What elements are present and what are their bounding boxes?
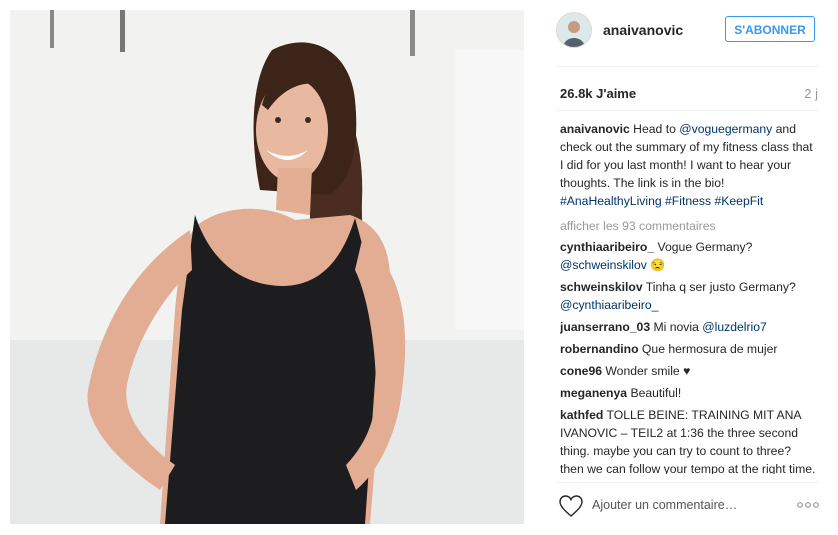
comment-text: Vogue Germany? [654, 240, 753, 254]
comment-text: Tinha q ser justo Germany? [642, 280, 796, 294]
comment-item: cone96 Wonder smile ♥ [560, 362, 818, 380]
comment-text: Wonder smile ♥ [602, 364, 691, 378]
avatar[interactable] [556, 12, 592, 48]
more-options-icon[interactable] [796, 499, 820, 511]
avatar-image [557, 13, 591, 47]
view-all-comments-link[interactable]: afficher les 93 commentaires [560, 217, 818, 235]
add-comment-input[interactable] [592, 493, 782, 517]
comment-username[interactable]: meganenya [560, 386, 627, 400]
comments-divider [556, 482, 818, 483]
post-author-username[interactable]: anaivanovic [603, 22, 683, 38]
post-photo[interactable] [10, 10, 524, 524]
comment-username[interactable]: cynthiaaribeiro_ [560, 240, 654, 254]
heart-outline-icon[interactable] [558, 494, 584, 518]
comment-text: Mi novia [650, 320, 703, 334]
post-timestamp[interactable]: 2 j [804, 86, 818, 101]
likes-row: 26.8k J'aime 2 j [560, 86, 818, 101]
post-side-panel: anaivanovic S'ABONNER 26.8k J'aime 2 j a… [542, 0, 838, 535]
comment-mention[interactable]: @cynthiaaribeiro_ [560, 298, 658, 312]
comment-username[interactable]: schweinskilov [560, 280, 643, 294]
comment-text-end: 😒 [646, 258, 666, 272]
comments-list[interactable]: anaivanovic Head to @voguegermany and ch… [560, 120, 818, 474]
comment-item: kathfed TOLLE BEINE: TRAINING MIT ANA IV… [560, 406, 818, 474]
likes-divider [556, 110, 818, 111]
post-header: anaivanovic S'ABONNER [556, 12, 818, 52]
likes-count[interactable]: 26.8k J'aime [560, 86, 636, 101]
comment-username[interactable]: cone96 [560, 364, 602, 378]
comment-item: schweinskilov Tinha q ser justo Germany?… [560, 278, 818, 314]
comment-item: cynthiaaribeiro_ Vogue Germany? @schwein… [560, 238, 818, 274]
caption-mention[interactable]: @voguegermany [679, 122, 772, 136]
comment-mention[interactable]: @schweinskilov [560, 258, 647, 272]
comment-item: meganenya Beautiful! [560, 384, 818, 402]
comment-item: juanserrano_03 Mi novia @luzdelrio7 [560, 318, 818, 336]
add-comment-row [556, 489, 824, 523]
comment-username[interactable]: robernandino [560, 342, 639, 356]
hashtag-link[interactable]: #AnaHealthyLiving [560, 194, 662, 208]
header-divider [556, 66, 818, 67]
comment-item: robernandino Que hermosura de mujer [560, 340, 818, 358]
caption-username[interactable]: anaivanovic [560, 122, 630, 136]
comment-username[interactable]: juanserrano_03 [560, 320, 650, 334]
comment-mention[interactable]: @luzdelrio7 [702, 320, 767, 334]
comment-username[interactable]: kathfed [560, 408, 603, 422]
comment-text: Que hermosura de mujer [638, 342, 778, 356]
hashtag-link[interactable]: #Fitness [665, 194, 711, 208]
post-caption: anaivanovic Head to @voguegermany and ch… [560, 120, 818, 210]
woman-in-black-tank-top-photo [10, 10, 524, 524]
hashtag-link[interactable]: #KeepFit [714, 194, 763, 208]
comment-text: Beautiful! [627, 386, 682, 400]
follow-button[interactable]: S'ABONNER [725, 16, 815, 42]
caption-text-1: Head to [629, 122, 680, 136]
